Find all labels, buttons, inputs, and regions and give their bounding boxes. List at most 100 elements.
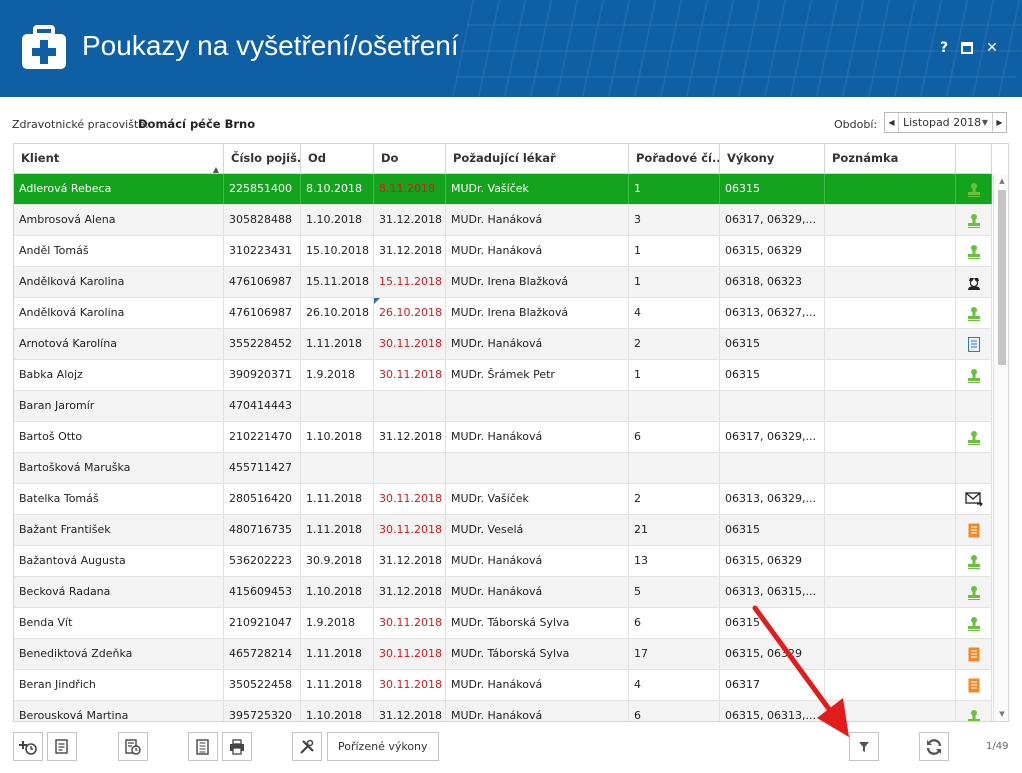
table-row[interactable]: Bartošková Maruška 455711427 [14, 453, 992, 484]
history-button[interactable] [118, 732, 148, 761]
header-col-to[interactable]: Do [374, 144, 446, 174]
maximize-button[interactable] [957, 38, 977, 58]
cell-note [825, 546, 956, 576]
cell-status [956, 391, 992, 421]
print-button[interactable] [222, 732, 252, 761]
cell-doctor: MUDr. Hanáková [446, 329, 629, 359]
sort-ascending-icon: ▲ [212, 165, 219, 174]
tools-button[interactable] [292, 732, 322, 761]
cell-from: 1.10.2018 [301, 422, 374, 452]
cell-insurance: 465728214 [224, 639, 301, 669]
cell-doctor: MUDr. Irena Blažková [446, 267, 629, 297]
scroll-up-icon[interactable]: ▲ [994, 174, 1008, 188]
cell-status [956, 329, 992, 359]
table-row[interactable]: Ambrosová Alena 305828488 1.10.2018 31.12.2… [14, 205, 992, 236]
table-row[interactable]: Babka Alojz 390920371 1.9.2018 30.11.2018 MU… [14, 360, 992, 391]
cell-performances: 06315, 06329 [720, 546, 825, 576]
table-row[interactable]: Adlerová Rebeca 225851400 8.10.2018 8.11.20… [14, 174, 992, 205]
performed-procedures-button[interactable]: Pořízené výkony [327, 732, 439, 761]
user-stamp-icon[interactable] [967, 244, 981, 259]
table-row[interactable]: Andělková Karolina 476106987 15.11.2018 15.… [14, 267, 992, 298]
cell-performances: 06315, 06313,... [720, 701, 825, 721]
document-button[interactable] [188, 732, 218, 761]
cell-status [956, 701, 992, 721]
header-col-performances[interactable]: Výkony [720, 144, 825, 174]
vertical-scrollbar[interactable]: ▲ ▼ [993, 174, 1008, 721]
cell-note [825, 267, 956, 297]
add-visit-button[interactable] [13, 732, 43, 761]
table-row[interactable]: Bažantová Augusta 536202223 30.9.2018 31.12… [14, 546, 992, 577]
user-stamp-icon[interactable] [967, 430, 981, 445]
header-col-order[interactable]: Pořadové čí... [629, 144, 720, 174]
cell-performances: 06317, 06329,... [720, 205, 825, 235]
cell-insurance: 536202223 [224, 546, 301, 576]
cell-insurance: 395725320 [224, 701, 301, 721]
period-next-button[interactable]: ▶ [992, 113, 1006, 132]
cell-to: 15.11.2018 [374, 267, 446, 297]
filter-icon [859, 741, 869, 752]
cell-to: 8.11.2018 [374, 174, 446, 204]
refresh-button[interactable] [919, 732, 949, 761]
cell-insurance: 480716735 [224, 515, 301, 545]
cell-doctor: MUDr. Hanáková [446, 205, 629, 235]
filter-button[interactable] [849, 732, 879, 761]
cell-performances: 06315 [720, 515, 825, 545]
period-prev-button[interactable]: ◀ [885, 113, 899, 132]
user-stamp-icon[interactable] [967, 616, 981, 631]
user-stamp-icon[interactable] [967, 368, 981, 383]
document-blue-icon[interactable] [967, 336, 980, 352]
cell-doctor: MUDr. Hanáková [446, 577, 629, 607]
table-row[interactable]: Batelka Tomáš 280516420 1.11.2018 30.11.201… [14, 484, 992, 515]
header-col-icon[interactable] [956, 144, 992, 174]
user-stamp-icon[interactable] [967, 306, 981, 321]
user-stamp-icon[interactable] [967, 182, 981, 197]
cell-client: Batelka Tomáš [14, 484, 224, 514]
header-col-note[interactable]: Poznámka [825, 144, 956, 174]
info-bar: Zdravotnické pracoviště: Domácí péče Brn… [12, 112, 1010, 133]
cell-status [956, 205, 992, 235]
period-value: Listopad 2018 [903, 116, 982, 129]
table-row[interactable]: Beran Jindřich 350522458 1.11.2018 30.11.20… [14, 670, 992, 701]
header-col-doctor[interactable]: Požadující lékař [446, 144, 629, 174]
table-row[interactable]: Becková Radana 415609453 1.10.2018 31.12.20… [14, 577, 992, 608]
user-stamp-icon[interactable] [967, 213, 981, 228]
help-button[interactable]: ? [934, 38, 954, 58]
cell-doctor: MUDr. Veselá [446, 515, 629, 545]
table-row[interactable]: Anděl Tomáš 310223431 15.10.2018 31.12.2018… [14, 236, 992, 267]
table-row[interactable]: Arnotová Karolína 355228452 1.11.2018 30.11… [14, 329, 992, 360]
header-col-from[interactable]: Od [301, 144, 374, 174]
close-button[interactable]: ✕ [982, 38, 1002, 58]
header-col-client[interactable]: Klient ▲ [14, 144, 224, 174]
period-selector[interactable]: ◀ Listopad 2018 ▼ ▶ [884, 112, 1007, 133]
document-orange-icon[interactable] [968, 647, 980, 662]
document-orange-icon[interactable] [968, 523, 980, 538]
user-stamp-icon[interactable] [967, 709, 981, 721]
edit-record-button[interactable] [47, 732, 77, 761]
cell-doctor: MUDr. Vašíček [446, 484, 629, 514]
table-row[interactable]: Bažant František 480716735 1.11.2018 30.11.… [14, 515, 992, 546]
cell-note [825, 174, 956, 204]
table-row[interactable]: Andělková Karolina 476106987 26.10.2018 26.… [14, 298, 992, 329]
bottom-toolbar: Pořízené výkony 1/49 [0, 732, 1022, 764]
table-row[interactable]: Baran Jaromír 470414443 [14, 391, 992, 422]
cell-status [956, 670, 992, 700]
table-row[interactable]: Benediktová Zdeňka 465728214 1.11.2018 30.1… [14, 639, 992, 670]
cell-from: 1.11.2018 [301, 484, 374, 514]
table-row[interactable]: Berousková Martina 395725320 1.10.2018 31.1… [14, 701, 992, 721]
cell-from [301, 453, 374, 483]
nurse-icon[interactable] [966, 275, 982, 290]
envelope-icon[interactable] [964, 492, 983, 506]
table-row[interactable]: Bartoš Otto 210221470 1.10.2018 31.12.2018 M… [14, 422, 992, 453]
cell-insurance: 305828488 [224, 205, 301, 235]
table-row[interactable]: Benda Vít 210921047 1.9.2018 30.11.2018 MUDr… [14, 608, 992, 639]
scroll-thumb[interactable] [998, 190, 1006, 365]
cell-order: 4 [629, 670, 720, 700]
user-stamp-icon[interactable] [967, 585, 981, 600]
scroll-down-icon[interactable]: ▼ [994, 707, 1008, 721]
user-stamp-icon[interactable] [967, 554, 981, 569]
period-dropdown-button[interactable]: ▼ [978, 113, 992, 132]
cell-note [825, 298, 956, 328]
document-orange-icon[interactable] [968, 678, 980, 693]
header-col-insurance[interactable]: Číslo pojiš... [224, 144, 301, 174]
grid-header: Klient▲Číslo pojiš...OdDoPožadující léka… [14, 144, 992, 174]
